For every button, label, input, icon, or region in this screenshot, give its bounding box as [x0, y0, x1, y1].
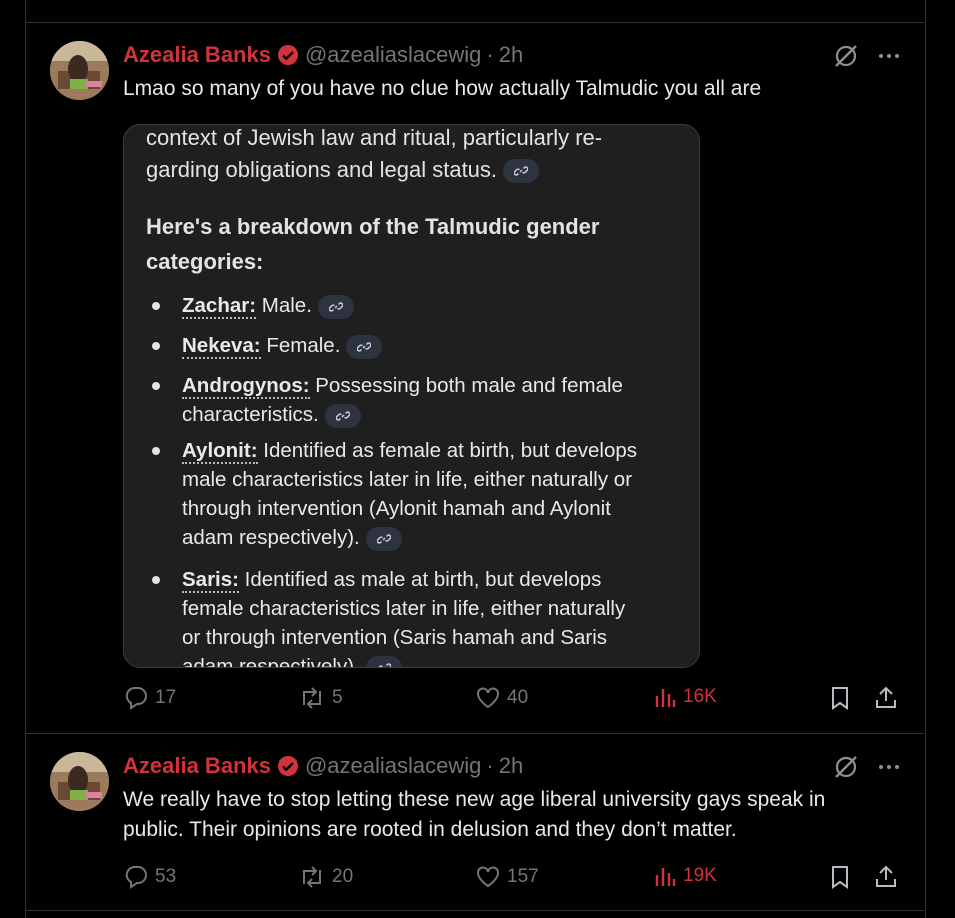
views-button[interactable]: 19K [653, 864, 717, 888]
bullet [152, 302, 160, 310]
tweet-1[interactable]: Azealia Banks @azealiaslacewig · 2h Lmao… [26, 23, 923, 733]
bookmark-icon [832, 866, 848, 889]
like-icon [477, 866, 499, 888]
share-icon [876, 686, 896, 708]
tweet-text: Lmao so many of you have no clue how act… [123, 77, 762, 100]
bookmark-button[interactable] [828, 685, 852, 711]
link-icon [324, 403, 361, 428]
more-icon[interactable] [877, 755, 901, 784]
image-line: context of Jewish law and ritual, partic… [146, 125, 603, 150]
like-count: 157 [507, 866, 539, 887]
bullet [152, 382, 160, 390]
link-icon [317, 294, 354, 319]
like-button[interactable]: 40 [475, 685, 528, 711]
author-handle[interactable]: @azealiaslacewig [305, 753, 481, 779]
author-name[interactable]: Azealia Banks [123, 42, 271, 68]
tweet-2[interactable]: Azealia Banks @azealiaslacewig · 2h We r… [26, 734, 923, 910]
more-icon[interactable] [877, 44, 901, 73]
image-heading: Here's a breakdown of the Talmudic gende… [146, 214, 600, 239]
link-icon [365, 655, 402, 667]
link-icon [365, 526, 402, 551]
list-item-androgynos: Androgynos: Possessing both male and fem… [182, 374, 623, 428]
like-button[interactable]: 157 [475, 864, 539, 890]
like-count: 40 [507, 687, 529, 708]
list-item-aylonit: Aylonit: Identified as female at birth, … [182, 439, 638, 551]
tweet-actions: 53 20 157 19K [123, 864, 903, 894]
reply-count: 53 [155, 866, 177, 887]
tweet-image[interactable]: context of Jewish law and ritual, partic… [123, 124, 700, 668]
list-item-saris: Saris: Identified as male at birth, but … [182, 565, 687, 667]
list-item-zachar: Zachar: Male. [182, 291, 687, 320]
author-handle[interactable]: @azealiaslacewig [305, 42, 481, 68]
tweet-top-actions [833, 43, 901, 74]
tweet-header: Azealia Banks @azealiaslacewig · 2h [123, 41, 523, 69]
bullet [152, 576, 160, 584]
tweet-top-actions [833, 754, 901, 785]
views-icon [655, 868, 676, 886]
author-name[interactable]: Azealia Banks [123, 753, 271, 779]
tweet-actions: 17 5 40 16K [123, 685, 903, 715]
timestamp[interactable]: 2h [499, 753, 523, 779]
bullet [152, 342, 160, 350]
reply-icon [125, 866, 147, 889]
share-icon [876, 865, 896, 887]
repost-button[interactable]: 5 [298, 685, 343, 711]
image-line: garding obligations and legal status. [146, 154, 602, 186]
image-heading: categories: [146, 249, 264, 274]
view-count: 16K [683, 686, 717, 707]
share-button[interactable] [873, 685, 899, 711]
tweet-text: We really have to stop letting these new… [123, 788, 826, 841]
timestamp[interactable]: 2h [499, 42, 523, 68]
list-item-nekeva: Nekeva: Female. [182, 331, 687, 360]
reply-icon [125, 687, 147, 710]
reply-button[interactable]: 17 [123, 685, 176, 711]
separator: · [486, 42, 494, 67]
verified-badge-icon [277, 44, 299, 66]
link-icon [346, 334, 383, 359]
bookmark-icon [832, 687, 848, 710]
share-button[interactable] [873, 864, 899, 890]
grok-icon[interactable] [833, 43, 859, 74]
tweet-header: Azealia Banks @azealiaslacewig · 2h [123, 752, 523, 780]
repost-button[interactable]: 20 [298, 864, 353, 890]
repost-count: 5 [332, 687, 343, 708]
separator: · [486, 753, 494, 778]
repost-icon [303, 866, 321, 888]
verified-badge-icon [277, 755, 299, 777]
bullet [152, 447, 160, 455]
reply-count: 17 [155, 687, 177, 708]
views-icon [655, 689, 676, 707]
divider [25, 910, 924, 911]
view-count: 19K [683, 865, 717, 886]
reply-button[interactable]: 53 [123, 864, 176, 890]
repost-icon [303, 687, 321, 709]
views-button[interactable]: 16K [653, 685, 717, 709]
avatar[interactable] [50, 41, 109, 100]
bookmark-button[interactable] [828, 864, 852, 890]
like-icon [477, 687, 499, 709]
repost-count: 20 [332, 866, 354, 887]
avatar[interactable] [50, 752, 109, 811]
grok-icon[interactable] [833, 754, 859, 785]
link-icon [503, 159, 540, 184]
